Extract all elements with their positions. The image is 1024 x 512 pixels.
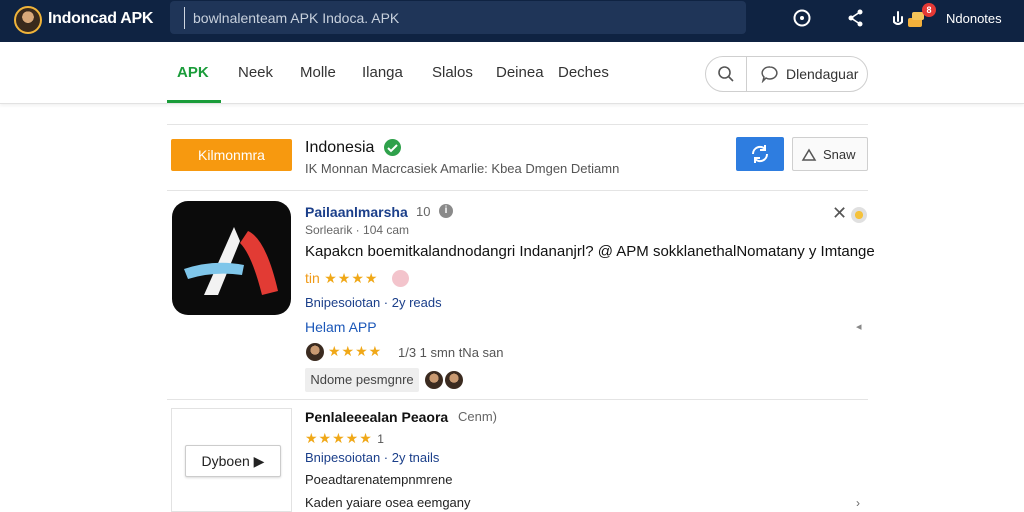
divider xyxy=(167,124,868,125)
tab-deinea[interactable]: Deinea xyxy=(496,64,544,81)
app-description: Poeadtarenatempnmrene xyxy=(305,472,453,487)
rating-prefix: tin xyxy=(305,270,320,286)
tab-apk[interactable]: APK xyxy=(177,64,209,81)
search-download-pill: Dlendaguar xyxy=(705,56,868,92)
info-circle-icon[interactable] xyxy=(792,8,812,28)
region-button[interactable]: Kilmonmra xyxy=(171,139,292,171)
review-text: 1/3 1 smn tNa san xyxy=(398,345,504,360)
region-title: Indonesia xyxy=(305,139,375,156)
user-avatar xyxy=(425,371,443,389)
chat-bubble-icon xyxy=(761,66,778,83)
active-tab-indicator xyxy=(167,100,221,103)
share-button[interactable]: Snaw xyxy=(792,137,868,171)
search-box[interactable] xyxy=(170,1,903,34)
app-card-thumbnail[interactable]: Dyboen ▶ xyxy=(171,408,292,512)
rating-row: tin ★★★★ xyxy=(305,270,378,288)
tab-neek[interactable]: Neek xyxy=(238,64,273,81)
reaction-icon[interactable] xyxy=(851,207,867,223)
app-description: Kaden yaiare osea eemgany xyxy=(305,495,471,510)
star-rating: ★★★★★ xyxy=(305,430,373,446)
refresh-button[interactable] xyxy=(736,137,784,171)
region-subtitle: IK Monnan Macrcasiek Amarlie: Kbea Dmgen… xyxy=(305,161,620,176)
chevron-down-icon[interactable]: › xyxy=(856,496,860,510)
app-description: Kapakcn boemitkalandnodangri Indananjrl?… xyxy=(305,243,875,260)
tab-deches[interactable]: Deches xyxy=(558,64,609,81)
chevron-icon[interactable]: ◂ xyxy=(856,320,862,333)
app-link[interactable]: Helam APP xyxy=(305,319,377,335)
divider xyxy=(167,190,868,191)
star-rating: ★★★★ xyxy=(324,270,379,286)
app-version: Cenm) xyxy=(458,409,498,424)
app-logo-avatar[interactable] xyxy=(14,6,42,34)
app-name[interactable]: Penlaleeealan Peaora xyxy=(305,409,448,425)
app-version: 10 xyxy=(416,204,431,219)
info-icon[interactable]: i xyxy=(439,204,453,218)
app-meta: Bnipesoiotan · 2y reads xyxy=(305,295,442,310)
reviewer-avatar xyxy=(306,343,324,361)
app-developer: Sorlearik · 104 cam xyxy=(305,223,410,237)
refresh-icon xyxy=(751,145,769,163)
app-icon[interactable] xyxy=(172,201,291,315)
user-name[interactable]: Ndonotes xyxy=(946,11,1002,26)
tab-molle[interactable]: Molle xyxy=(300,64,336,81)
user-avatar xyxy=(445,371,463,389)
search-icon[interactable] xyxy=(717,65,735,83)
rating-count: 1 xyxy=(377,432,384,446)
app-meta: Bnipesoiotan · 2y tnails xyxy=(305,450,440,465)
rating-row: ★★★★★ 1 xyxy=(305,430,384,448)
verified-check-icon xyxy=(384,139,401,156)
download-button[interactable]: Dyboen ▶ xyxy=(185,445,281,477)
app-name[interactable]: Pailaanlmarsha xyxy=(305,204,408,220)
tag-chip[interactable]: Ndome pesmgnre xyxy=(305,368,419,392)
review-stars: ★★★★ xyxy=(328,343,383,359)
pill-divider xyxy=(746,57,747,91)
search-input[interactable] xyxy=(184,7,704,29)
share-label: Snaw xyxy=(823,147,856,162)
top-bar: Indoncad APK 8 Ndonotes xyxy=(0,0,1024,42)
app-logo-icon xyxy=(184,227,278,295)
close-icon[interactable]: ✕ xyxy=(832,203,847,224)
mic-icon[interactable] xyxy=(888,9,908,29)
share-icon[interactable] xyxy=(846,8,866,28)
tab-slalos[interactable]: Slalos xyxy=(432,64,473,81)
category-nav: APK Neek Molle Ilanga Slalos Deinea Dech… xyxy=(0,42,1024,104)
share-arrow-icon xyxy=(801,148,817,161)
heart-icon[interactable] xyxy=(392,270,409,287)
divider xyxy=(167,399,868,400)
tab-ilanga[interactable]: Ilanga xyxy=(362,64,403,81)
notification-badge: 8 xyxy=(922,3,936,17)
app-title: Indoncad APK xyxy=(48,10,154,27)
download-button[interactable]: Dlendaguar xyxy=(786,66,858,82)
